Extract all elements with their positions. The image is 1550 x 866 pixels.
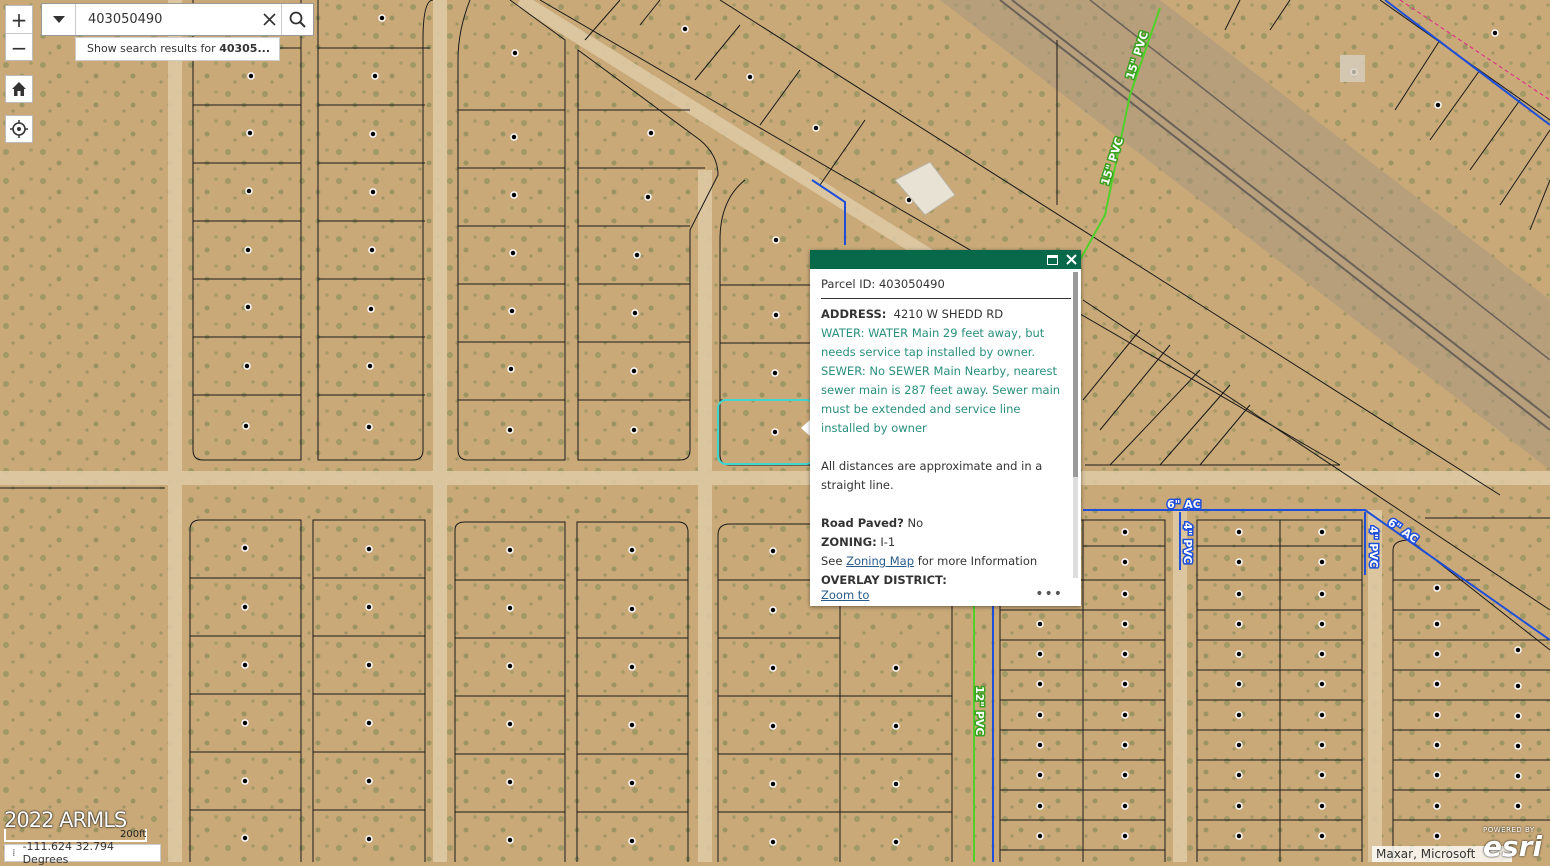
popup-scrollbar[interactable] <box>1073 272 1078 578</box>
distance-note: All distances are approximate and in a s… <box>821 459 1043 492</box>
locate-button[interactable] <box>5 115 33 143</box>
close-icon <box>1065 254 1077 265</box>
home-button[interactable] <box>5 75 33 103</box>
more-info-text: for more Information <box>917 554 1038 568</box>
coordinate-text: -111.624 32.794 Degrees <box>22 840 115 866</box>
zoning-line: ZONING: I-1 <box>821 533 1071 552</box>
map-view[interactable]: 15" PVC 15" PVC 6" AC 6" AC 4" PVC 4" PV… <box>0 0 1550 862</box>
caret-down-icon <box>52 15 65 23</box>
maximize-button[interactable] <box>1044 252 1060 267</box>
suggestion-prefix: Show search results for <box>87 42 220 55</box>
address-label: ADDRESS: <box>821 307 887 321</box>
locate-icon <box>10 120 28 138</box>
more-icon[interactable]: ••• <box>1035 586 1063 602</box>
search-suggestion[interactable]: Show search results for 40305... <box>75 37 280 61</box>
coordinate-readout[interactable]: ⁞ -111.624 32.794 Degrees <box>4 840 161 866</box>
pipe-label-6ac-a: 6" AC <box>1167 498 1201 511</box>
esri-logo[interactable]: POWERED BY esri <box>1483 826 1543 863</box>
road-paved-line: Road Paved? No <box>821 514 1071 533</box>
zoom-control: + − <box>5 5 33 61</box>
popup-scrollbar-thumb[interactable] <box>1073 272 1078 477</box>
pipe-label-4-a: 4" PVC <box>1181 522 1194 564</box>
zoning-value: I-1 <box>880 535 896 549</box>
popup-title: Parcel ID: 403050490 <box>821 275 1071 299</box>
road-paved-value: No <box>907 516 924 530</box>
pipe-label-12: 12" PVC <box>973 686 986 736</box>
search-source-dropdown[interactable] <box>42 4 76 35</box>
suggestion-query: 40305... <box>219 42 270 55</box>
address-line: ADDRESS: 4210 W SHEDD RD <box>821 305 1071 324</box>
address-value: 4210 W SHEDD RD <box>893 307 1004 321</box>
zoom-out-button[interactable]: − <box>6 34 32 61</box>
close-popup-button[interactable] <box>1063 252 1079 267</box>
search-icon <box>289 11 306 28</box>
maximize-icon <box>1046 254 1058 265</box>
home-icon <box>12 82 26 96</box>
esri-wordmark: esri <box>1483 830 1543 863</box>
crosshair-icon: ⁞ <box>12 847 16 859</box>
water-info: WATER: WATER Main 29 feet away, but need… <box>821 326 1045 359</box>
search-widget <box>41 3 314 36</box>
sewer-info: SEWER: No SEWER Main Nearby, nearest sew… <box>821 364 1061 435</box>
pipe-label-4-b: 4" PVC <box>1367 526 1380 568</box>
close-icon <box>262 13 276 26</box>
zoom-in-button[interactable]: + <box>6 6 32 34</box>
popup-header <box>810 250 1081 269</box>
see-text: See <box>821 554 843 568</box>
scale-label: 200ft <box>120 829 147 840</box>
parcel-popup: Parcel ID: 403050490 ADDRESS: 4210 W SHE… <box>810 250 1081 606</box>
zoom-to-link[interactable]: Zoom to <box>821 588 869 602</box>
clear-search-button[interactable] <box>257 4 281 35</box>
search-input[interactable] <box>76 4 257 35</box>
zoning-map-line: See Zoning Map for more Information <box>821 552 1071 571</box>
zoning-label: ZONING: <box>821 535 877 549</box>
minus-icon: − <box>10 35 28 60</box>
overlay-label: OVERLAY DISTRICT: <box>821 573 947 584</box>
road-paved-label: Road Paved? <box>821 516 904 530</box>
plus-icon: + <box>10 7 28 32</box>
zoning-map-link[interactable]: Zoning Map <box>846 554 914 568</box>
search-button[interactable] <box>281 4 313 35</box>
popup-content: Parcel ID: 403050490 ADDRESS: 4210 W SHE… <box>821 269 1071 584</box>
